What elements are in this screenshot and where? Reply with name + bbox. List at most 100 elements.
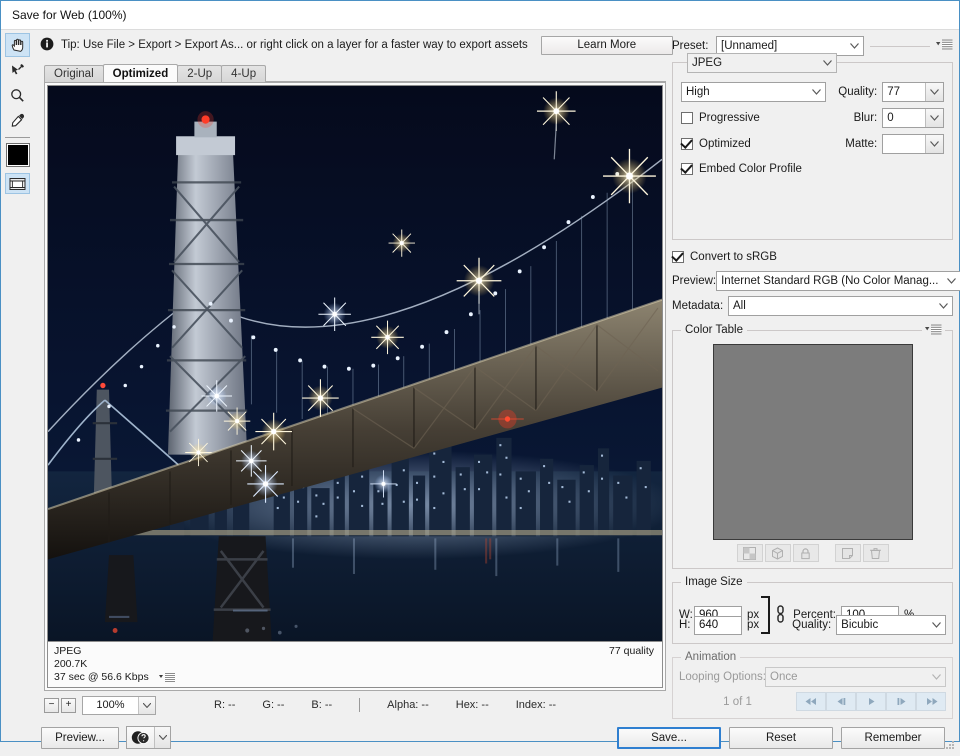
frame-counter: 1 of 1: [679, 696, 796, 708]
file-format: JPEG: [54, 645, 656, 658]
blur-value-field[interactable]: 0: [882, 108, 944, 128]
blur-value: 0: [883, 112, 925, 124]
preview-button[interactable]: Preview...: [41, 727, 119, 749]
learn-more-button[interactable]: Learn More: [541, 36, 673, 55]
color-management-section: Convert to sRGB Preview: Internet Standa…: [672, 248, 953, 316]
chevron-down-icon[interactable]: [807, 89, 825, 95]
previous-frame-icon[interactable]: [826, 692, 856, 711]
matte-color-picker[interactable]: [882, 134, 944, 154]
save-button[interactable]: Save...: [617, 727, 721, 749]
chevron-down-icon[interactable]: [925, 109, 943, 127]
embed-color-profile-checkbox[interactable]: Embed Color Profile: [681, 160, 944, 178]
frame-navigation: 1 of 1: [679, 692, 946, 711]
play-icon[interactable]: [856, 692, 886, 711]
zoom-out-button[interactable]: −: [44, 698, 59, 713]
quality-value-field[interactable]: 77: [882, 82, 944, 102]
tool-divider: [5, 137, 30, 138]
quality-value: 77: [883, 86, 925, 98]
tab-optimized[interactable]: Optimized: [103, 64, 179, 82]
info-icon: [40, 37, 54, 54]
chevron-down-icon[interactable]: [942, 278, 960, 284]
file-format-dropdown[interactable]: JPEG: [687, 53, 837, 73]
readout-divider: [359, 698, 360, 712]
toggle-slices-visibility-icon[interactable]: [5, 173, 30, 194]
lock-color-icon[interactable]: [793, 544, 819, 562]
chevron-down-icon[interactable]: [845, 43, 863, 49]
color-table-title: Color Table: [681, 324, 747, 336]
color-table-button-gap: [821, 544, 833, 562]
progressive-checkbox[interactable]: Progressive: [681, 109, 826, 127]
readout-b: B: --: [311, 699, 332, 711]
zoom-in-button[interactable]: +: [61, 698, 76, 713]
chevron-down-icon[interactable]: [925, 83, 943, 101]
checkbox-icon[interactable]: [681, 112, 693, 124]
foreground-color-swatch[interactable]: [6, 143, 30, 167]
color-table-flyout-icon[interactable]: [922, 324, 945, 335]
optimized-row: Optimized Matte:: [681, 134, 944, 154]
readout-g: G: --: [262, 699, 284, 711]
convert-to-srgb-checkbox[interactable]: Convert to sRGB: [672, 248, 953, 266]
constrain-proportions-toggle[interactable]: [759, 592, 785, 638]
blur-label: Blur:: [835, 112, 877, 124]
height-input[interactable]: 640: [694, 616, 742, 635]
color-readouts: R: -- G: -- B: -- Alpha: -- Hex: -- Inde…: [214, 698, 583, 712]
web-safe-cube-icon[interactable]: [765, 544, 791, 562]
readout-alpha: Alpha: --: [387, 699, 429, 711]
eyedropper-tool[interactable]: [5, 108, 30, 132]
color-table-swatches[interactable]: [713, 344, 913, 540]
hand-tool[interactable]: [5, 33, 30, 57]
chevron-down-icon[interactable]: [138, 697, 155, 714]
metadata-label: Metadata:: [672, 300, 728, 312]
checkbox-checked-icon[interactable]: [681, 138, 693, 150]
delete-color-icon[interactable]: [863, 544, 889, 562]
first-frame-icon[interactable]: [796, 692, 826, 711]
metadata-dropdown[interactable]: All: [728, 296, 953, 316]
format-row: JPEG: [687, 53, 944, 73]
resample-quality-dropdown[interactable]: Bicubic: [836, 615, 946, 635]
slice-select-tool[interactable]: [5, 58, 30, 82]
readout-hex: Hex: --: [456, 699, 489, 711]
preview-dropdown[interactable]: Internet Standard RGB (No Color Manag...: [716, 271, 960, 291]
reset-button[interactable]: Reset: [729, 727, 833, 749]
image-size-title: Image Size: [681, 576, 747, 588]
preset-flyout-icon[interactable]: [936, 39, 953, 53]
save-for-web-dialog: Save for Web (100%): [0, 0, 960, 742]
checkbox-checked-icon[interactable]: [681, 163, 693, 175]
last-frame-icon[interactable]: [916, 692, 946, 711]
tab-2up[interactable]: 2-Up: [177, 65, 222, 82]
preview-panel: JPEG 200.7K 37 sec @ 56.6 Kbps 77 qualit…: [44, 82, 666, 691]
tab-original[interactable]: Original: [44, 65, 104, 82]
download-time: 37 sec @ 56.6 Kbps: [54, 671, 149, 683]
map-to-transparent-icon[interactable]: [737, 544, 763, 562]
chain-link-icon[interactable]: [776, 605, 785, 626]
image-canvas[interactable]: [47, 85, 663, 642]
chevron-down-icon[interactable]: [927, 622, 945, 628]
tab-4up[interactable]: 4-Up: [221, 65, 266, 82]
chevron-down-icon[interactable]: [934, 303, 952, 309]
chevron-down-icon: [927, 674, 945, 680]
chevron-down-icon[interactable]: [818, 60, 836, 66]
zoom-tool[interactable]: [5, 83, 30, 107]
matte-label: Matte:: [835, 138, 877, 150]
browser-select-button[interactable]: [126, 726, 171, 749]
chevron-down-icon[interactable]: [925, 135, 943, 153]
preview-column: Tip: Use File > Export > Export As... or…: [34, 30, 670, 719]
progressive-label: Progressive: [699, 112, 760, 124]
new-color-icon[interactable]: [835, 544, 861, 562]
zoom-level-combo[interactable]: 100%: [82, 696, 156, 715]
optimized-label: Optimized: [699, 138, 751, 150]
tool-strip: [1, 30, 34, 719]
remember-button[interactable]: Remember: [841, 727, 945, 749]
looping-options-dropdown: Once: [765, 667, 946, 687]
file-size: 200.7K: [54, 658, 656, 671]
quality-preset-dropdown[interactable]: High: [681, 82, 826, 102]
chevron-down-icon[interactable]: [154, 727, 170, 748]
next-frame-icon[interactable]: [886, 692, 916, 711]
resample-quality-value: Bicubic: [837, 619, 927, 631]
resize-grip[interactable]: [944, 739, 956, 754]
optimized-checkbox[interactable]: Optimized: [681, 135, 826, 153]
file-info-flyout-icon[interactable]: [159, 673, 175, 686]
color-table-group: Color Table: [672, 330, 953, 569]
checkbox-checked-icon[interactable]: [672, 251, 684, 263]
preset-value: [Unnamed]: [717, 40, 845, 52]
